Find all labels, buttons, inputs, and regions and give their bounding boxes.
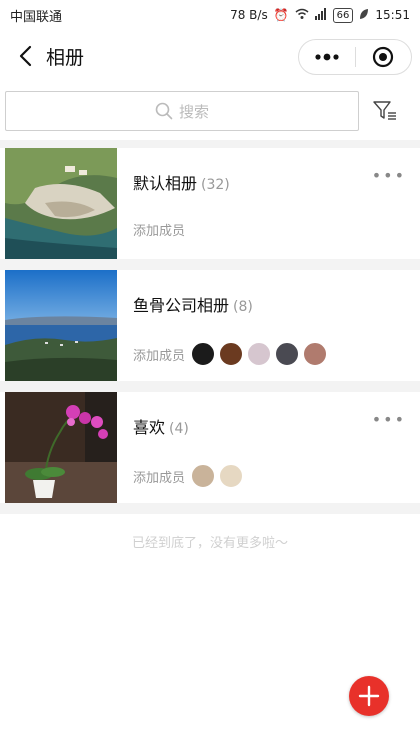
battery-icon: 66 (332, 7, 354, 23)
album-name: 喜欢 (133, 418, 166, 437)
signal-icon (314, 7, 327, 23)
album-title[interactable]: 喜欢 (4) (133, 414, 189, 438)
album-more-button[interactable]: ••• (372, 410, 406, 429)
member-avatar[interactable] (275, 342, 300, 366)
album-members: 添加成员 (133, 342, 328, 366)
album-count: (32) (201, 177, 230, 193)
section-gap (0, 140, 420, 148)
chevron-left-icon (19, 45, 32, 67)
album-item[interactable]: 喜欢 (4) 添加成员 ••• (0, 392, 420, 503)
album-title[interactable]: 鱼骨公司相册 (8) (133, 292, 253, 316)
member-avatar[interactable] (191, 342, 216, 366)
section-gap (0, 381, 420, 392)
alarm-icon: ⏰ (273, 8, 289, 22)
filter-icon (373, 101, 396, 120)
miniprogram-capsule (298, 39, 412, 75)
search-row: 搜索 (0, 82, 420, 140)
back-button[interactable] (12, 43, 38, 69)
member-avatar[interactable] (303, 342, 328, 366)
album-members: 添加成员 (133, 464, 244, 488)
filter-button[interactable] (359, 91, 411, 131)
album-cover-image[interactable] (5, 270, 117, 381)
album-name: 默认相册 (133, 174, 198, 193)
plus-icon (358, 685, 380, 707)
album-name: 鱼骨公司相册 (133, 296, 230, 315)
page-title: 相册 (46, 46, 85, 69)
album-cover-image[interactable] (5, 392, 117, 503)
album-cover-image[interactable] (5, 148, 117, 259)
add-member-link[interactable]: 添加成员 (133, 220, 185, 239)
search-icon (155, 102, 173, 120)
add-member-link[interactable]: 添加成员 (133, 467, 185, 486)
album-item[interactable]: 默认相册 (32) 添加成员 ••• (0, 148, 420, 259)
album-info: 默认相册 (32) 添加成员 ••• (117, 148, 420, 259)
album-more-button[interactable]: ••• (372, 166, 406, 185)
add-member-link[interactable]: 添加成员 (133, 345, 185, 364)
close-miniprogram-button[interactable] (356, 40, 412, 74)
more-dots-icon (315, 53, 339, 61)
network-speed: 78 B/s (230, 8, 268, 22)
add-album-button[interactable] (349, 676, 389, 716)
album-info: 喜欢 (4) 添加成员 ••• (117, 392, 420, 503)
album-info: 鱼骨公司相册 (8) 添加成员 (117, 270, 420, 381)
end-of-list-text: 已经到底了，没有更多啦～ (131, 536, 288, 551)
leaf-icon (359, 8, 369, 23)
target-circle-icon (373, 46, 394, 68)
album-members: 添加成员 (133, 220, 187, 239)
nav-bar: 相册 (0, 30, 420, 82)
member-avatar[interactable] (247, 342, 272, 366)
section-gap (0, 259, 420, 270)
clock-time: 15:51 (375, 8, 410, 22)
carrier-label: 中国联通 (10, 9, 63, 25)
search-placeholder: 搜索 (178, 102, 209, 121)
wifi-icon (295, 8, 309, 23)
album-item[interactable]: 鱼骨公司相册 (8) 添加成员 (0, 270, 420, 381)
album-count: (4) (169, 421, 189, 437)
status-bar: 中国联通 78 B/s ⏰ 66 15:51 (0, 0, 420, 30)
search-input[interactable]: 搜索 (5, 91, 359, 131)
more-menu-button[interactable] (299, 40, 355, 74)
member-avatar[interactable] (219, 464, 244, 488)
section-gap (0, 503, 420, 514)
album-count: (8) (233, 299, 253, 315)
album-title[interactable]: 默认相册 (32) (133, 170, 230, 194)
status-icons: 78 B/s ⏰ 66 15:51 (230, 7, 410, 23)
member-avatar[interactable] (191, 464, 216, 488)
member-avatar[interactable] (219, 342, 244, 366)
